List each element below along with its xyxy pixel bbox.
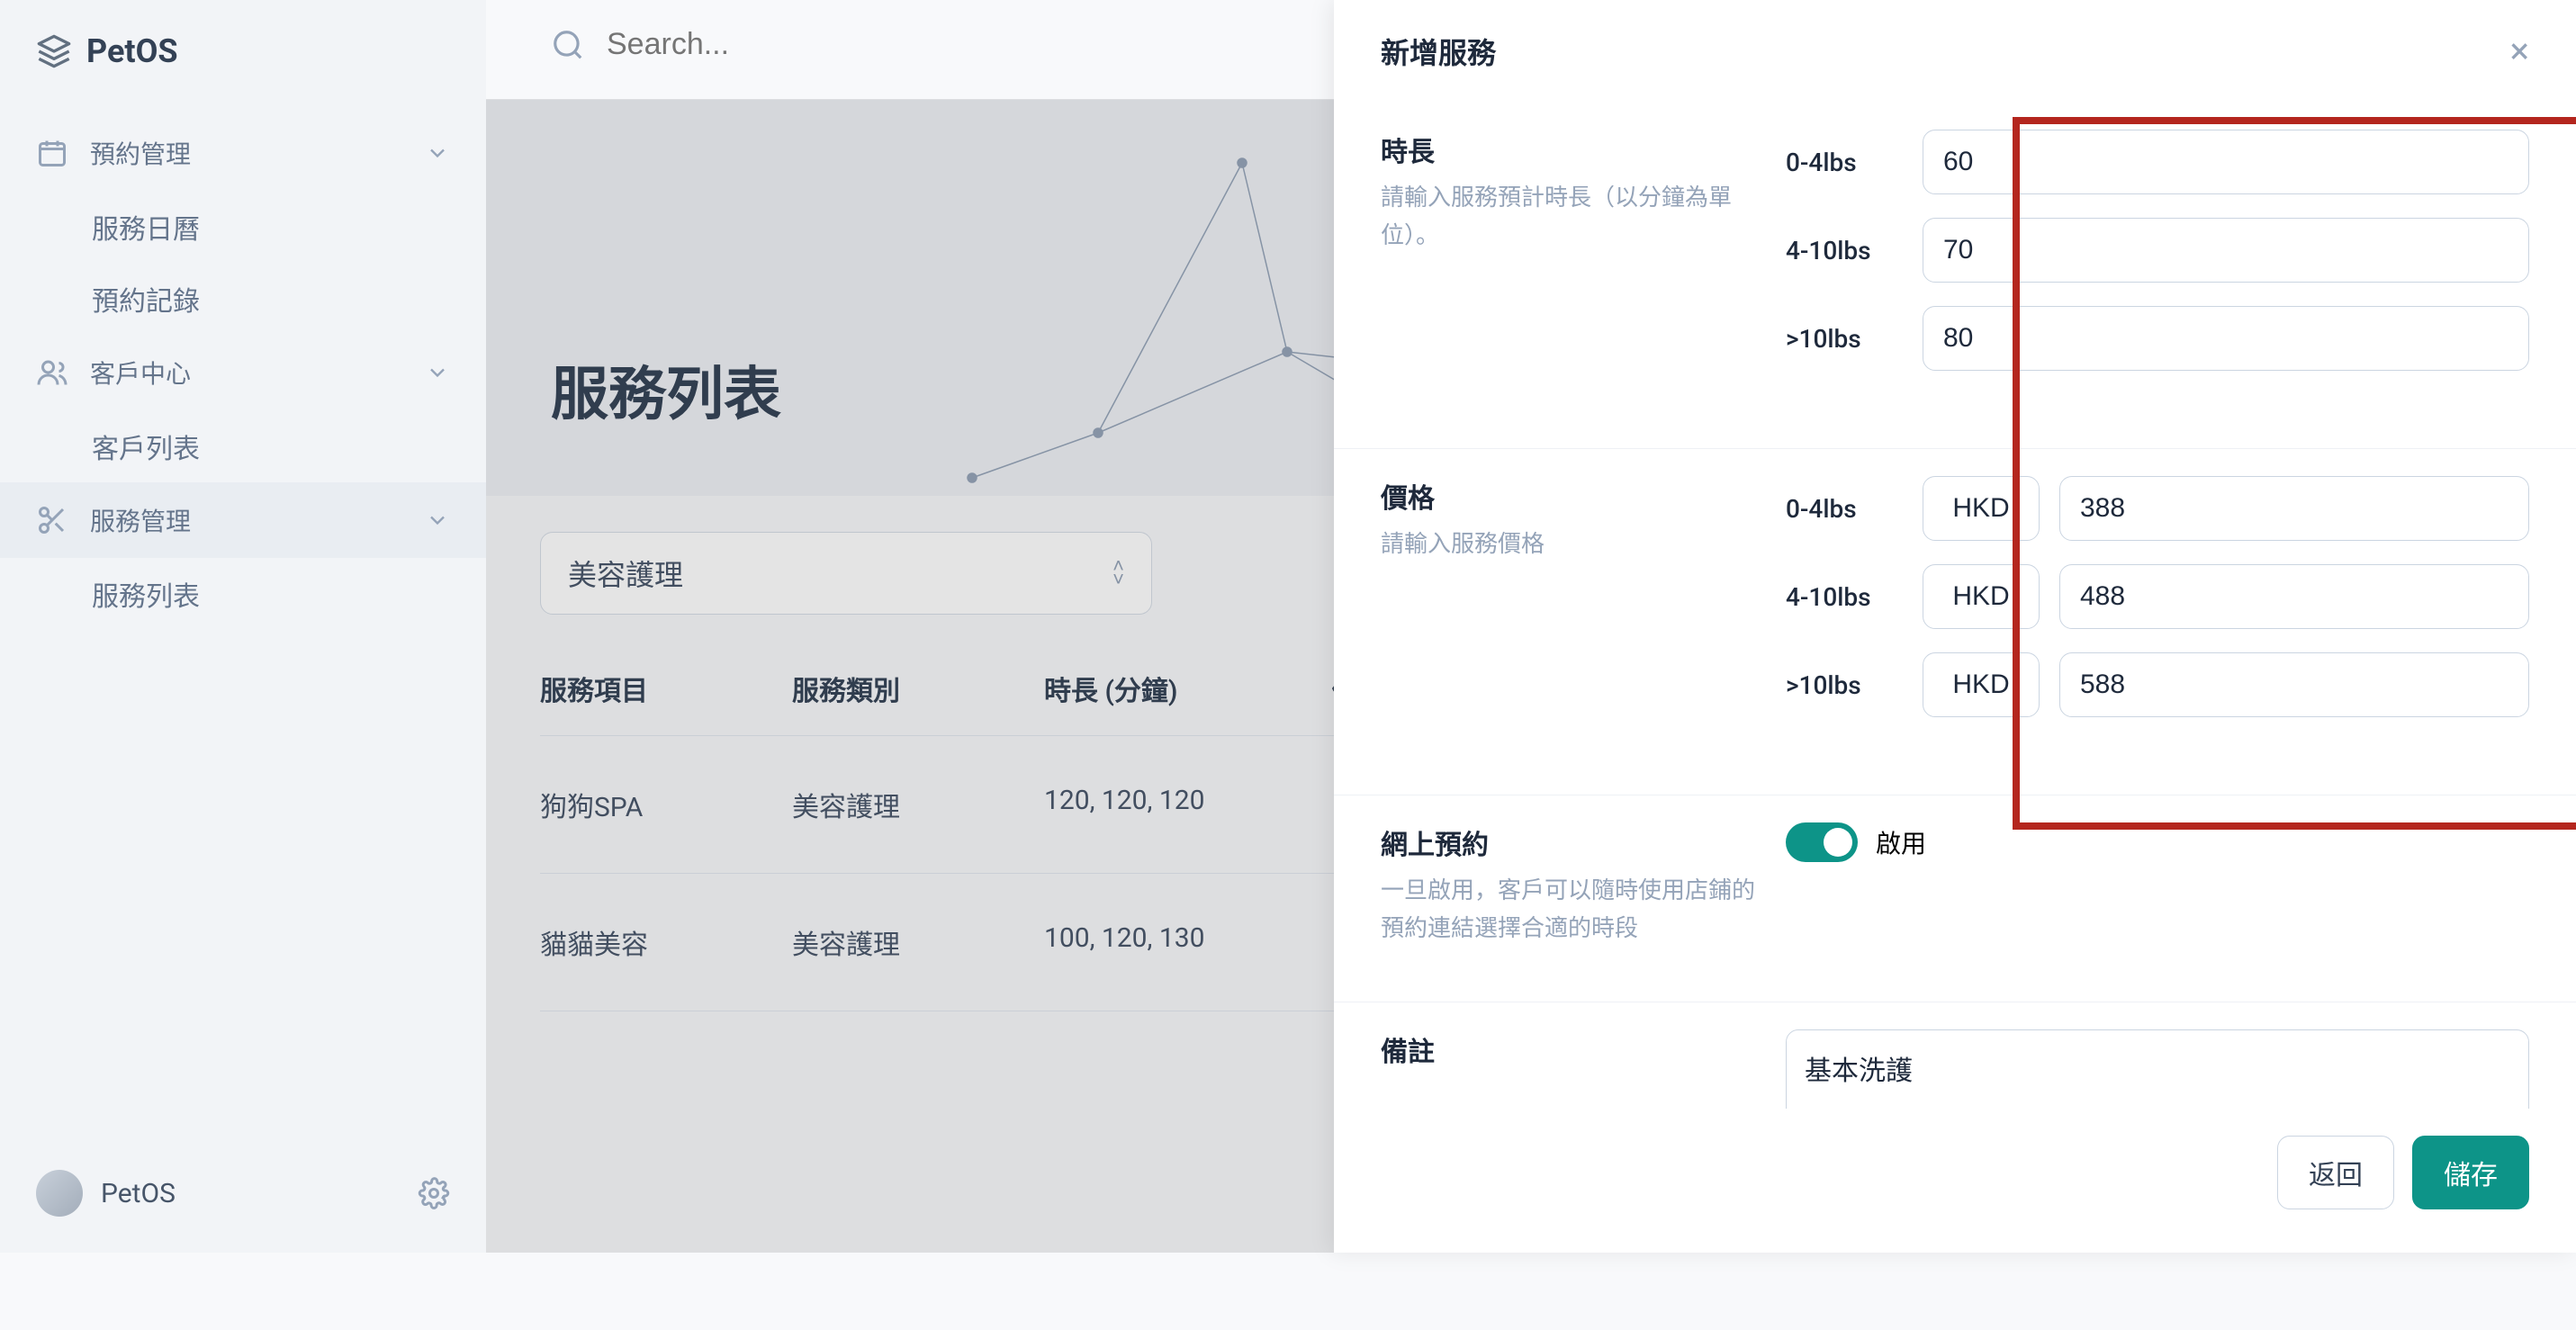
calendar-icon — [36, 137, 68, 169]
section-remarks: 備註 — [1334, 1002, 2576, 1109]
nav-child-service-list[interactable]: 服務列表 — [0, 558, 486, 630]
nav: 預約管理 服務日曆 預約記錄 客戶中心 客戶列表 服務管理 服務列表 — [0, 115, 486, 1134]
duration-input-0[interactable] — [1923, 130, 2529, 194]
nav-child-customer-list[interactable]: 客戶列表 — [0, 410, 486, 482]
toggle-label: 啟用 — [1876, 824, 1926, 860]
panel-title: 新增服務 — [1381, 31, 1496, 72]
weight-label: 4-10lbs — [1786, 582, 1903, 612]
search-icon — [551, 28, 585, 62]
currency-display — [1923, 652, 2040, 717]
nav-customers[interactable]: 客戶中心 — [0, 335, 486, 410]
duration-label: 時長 — [1381, 130, 1759, 169]
nav-label: 預約管理 — [90, 135, 191, 171]
logo: PetOS — [0, 0, 486, 115]
nav-child-calendar[interactable]: 服務日曆 — [0, 191, 486, 263]
panel-body: 時長 請輸入服務預計時長（以分鐘為單位）。 0-4lbs 4-10lbs >10… — [1334, 103, 2576, 1109]
duration-desc: 請輸入服務預計時長（以分鐘為單位）。 — [1381, 180, 1759, 255]
online-desc: 一旦啟用，客戶可以隨時使用店鋪的預約連結選擇合適的時段 — [1381, 873, 1759, 948]
weight-label: 0-4lbs — [1786, 494, 1903, 524]
online-toggle[interactable] — [1786, 822, 1858, 862]
scissors-icon — [36, 504, 68, 536]
chevron-down-icon — [425, 360, 450, 385]
search-input[interactable] — [607, 27, 1147, 62]
duration-input-1[interactable] — [1923, 218, 2529, 283]
section-online: 網上預約 一旦啟用，客戶可以隨時使用店鋪的預約連結選擇合適的時段 啟用 — [1334, 795, 2576, 1002]
close-icon[interactable]: × — [2510, 33, 2529, 69]
price-desc: 請輸入服務價格 — [1381, 526, 1759, 564]
weight-label: >10lbs — [1786, 324, 1903, 354]
add-service-panel: 新增服務 × 時長 請輸入服務預計時長（以分鐘為單位）。 0-4lbs 4-10… — [1334, 0, 2576, 1253]
section-price: 價格 請輸入服務價格 0-4lbs 4-10lbs >10lbs — [1334, 449, 2576, 795]
avatar[interactable] — [36, 1170, 83, 1217]
price-input-0[interactable] — [2059, 476, 2529, 541]
remarks-label: 備註 — [1381, 1029, 1759, 1069]
remarks-textarea[interactable] — [1786, 1029, 2529, 1109]
chevron-down-icon — [425, 508, 450, 533]
panel-header: 新增服務 × — [1334, 0, 2576, 103]
duration-input-2[interactable] — [1923, 306, 2529, 371]
nav-appointments[interactable]: 預約管理 — [0, 115, 486, 191]
currency-display — [1923, 564, 2040, 629]
price-label: 價格 — [1381, 476, 1759, 516]
layers-icon — [36, 33, 72, 69]
gear-icon[interactable] — [418, 1177, 450, 1209]
price-input-2[interactable] — [2059, 652, 2529, 717]
nav-services[interactable]: 服務管理 — [0, 482, 486, 558]
panel-footer: 返回 儲存 — [1334, 1109, 2576, 1253]
app-name: PetOS — [86, 32, 178, 70]
nav-child-records[interactable]: 預約記錄 — [0, 263, 486, 335]
nav-label: 服務管理 — [90, 502, 191, 538]
section-duration: 時長 請輸入服務預計時長（以分鐘為單位）。 0-4lbs 4-10lbs >10… — [1334, 103, 2576, 449]
users-icon — [36, 356, 68, 389]
price-input-1[interactable] — [2059, 564, 2529, 629]
weight-label: 4-10lbs — [1786, 236, 1903, 265]
sidebar: PetOS 預約管理 服務日曆 預約記錄 客戶中心 客戶列表 服務管理 — [0, 0, 486, 1253]
back-button[interactable]: 返回 — [2277, 1136, 2394, 1209]
weight-label: 0-4lbs — [1786, 148, 1903, 177]
footer-user: PetOS — [101, 1178, 176, 1209]
weight-label: >10lbs — [1786, 670, 1903, 700]
online-label: 網上預約 — [1381, 822, 1759, 862]
currency-display — [1923, 476, 2040, 541]
save-button[interactable]: 儲存 — [2412, 1136, 2529, 1209]
sidebar-footer: PetOS — [0, 1134, 486, 1253]
nav-label: 客戶中心 — [90, 355, 191, 391]
chevron-down-icon — [425, 140, 450, 166]
